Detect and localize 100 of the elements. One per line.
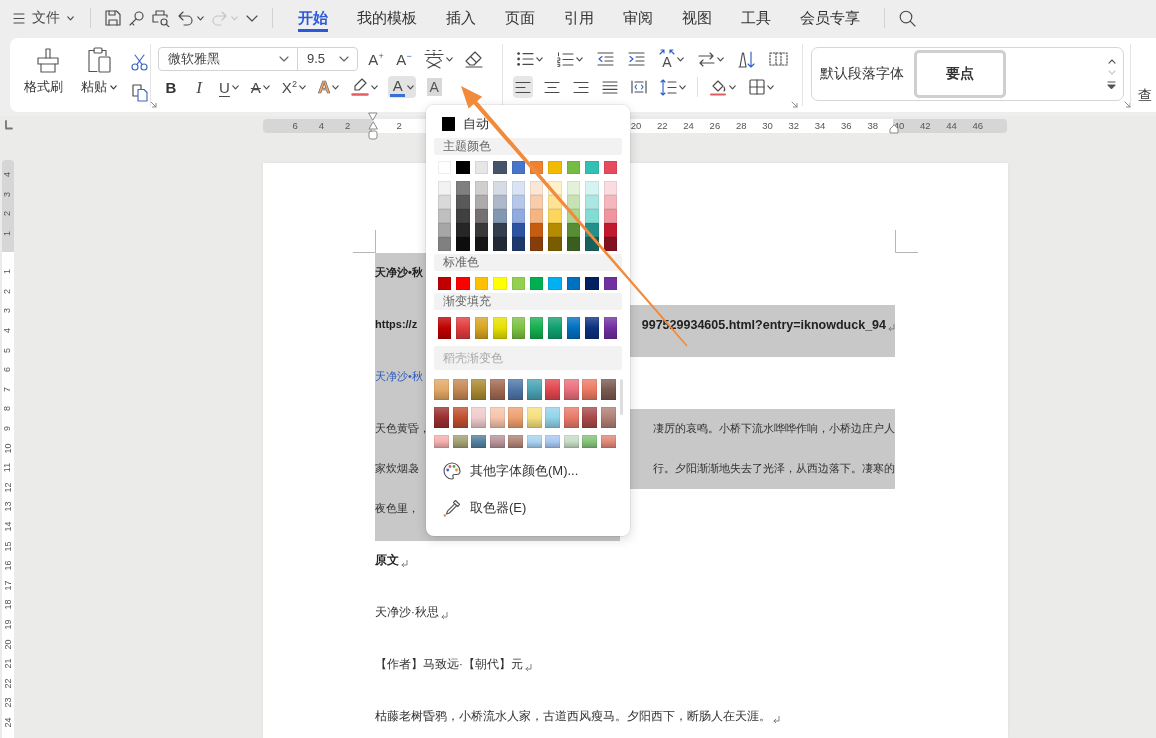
gradient-swatch-icon[interactable] [493, 317, 507, 340]
gradient-swatch-icon[interactable] [563, 435, 579, 449]
color-swatch-icon[interactable] [548, 209, 562, 223]
gradient-swatch-icon[interactable] [508, 435, 523, 449]
gradient-swatch-icon[interactable] [582, 379, 597, 401]
color-swatch-icon[interactable] [585, 209, 599, 223]
color-swatch-icon[interactable] [548, 223, 562, 237]
color-swatch-icon[interactable] [603, 223, 617, 237]
color-swatch-icon[interactable] [511, 195, 525, 209]
color-swatch-icon[interactable] [566, 181, 581, 195]
color-swatch-icon[interactable] [474, 195, 489, 209]
color-swatch-icon[interactable] [511, 209, 525, 223]
italic-button[interactable]: I [189, 76, 209, 98]
gradient-swatch-icon[interactable] [548, 317, 562, 340]
gradient-swatch-icon[interactable] [529, 317, 544, 340]
gradient-swatch-icon[interactable] [471, 435, 486, 449]
align-left-button[interactable] [513, 76, 533, 98]
gradient-swatch-icon[interactable] [471, 379, 486, 401]
color-swatch-icon[interactable] [566, 195, 581, 209]
color-swatch-icon[interactable] [511, 181, 525, 195]
ribbon-tab[interactable]: 会员专享 [785, 0, 874, 36]
borders-button[interactable] [747, 76, 776, 98]
color-swatch-icon[interactable] [474, 181, 489, 195]
gradient-swatch-icon[interactable] [511, 317, 525, 340]
gradient-swatch-icon[interactable] [474, 317, 489, 340]
color-swatch-icon[interactable] [566, 161, 581, 175]
color-swatch-icon[interactable] [603, 209, 617, 223]
gradient-swatch-icon[interactable] [452, 379, 468, 401]
color-swatch-icon[interactable] [511, 276, 525, 291]
color-swatch-icon[interactable] [493, 181, 507, 195]
color-swatch-icon[interactable] [511, 161, 525, 175]
copy-button[interactable] [129, 82, 150, 104]
color-swatch-icon[interactable] [493, 209, 507, 223]
automatic-color-option[interactable]: 自动 [434, 113, 490, 135]
color-swatch-icon[interactable] [585, 161, 599, 175]
color-swatch-icon[interactable] [529, 181, 544, 195]
color-swatch-icon[interactable] [456, 161, 470, 175]
color-swatch-icon[interactable] [474, 223, 489, 237]
text-direction-button[interactable]: A [657, 48, 686, 70]
color-swatch-icon[interactable] [456, 181, 470, 195]
gradient-swatch-icon[interactable] [526, 379, 542, 401]
color-swatch-icon[interactable] [493, 161, 507, 175]
color-swatch-icon[interactable] [438, 276, 452, 291]
shrink-font-button[interactable]: A$^{−}$ [394, 48, 414, 70]
color-swatch-icon[interactable] [529, 209, 544, 223]
color-swatch-icon[interactable] [493, 237, 507, 251]
gradient-swatch-icon[interactable] [563, 379, 579, 401]
ribbon-tab[interactable]: 我的模板 [342, 0, 431, 36]
gradient-swatch-icon[interactable] [489, 407, 505, 429]
gradient-swatch-icon[interactable] [600, 407, 616, 429]
color-swatch-icon[interactable] [493, 223, 507, 237]
gradient-swatch-icon[interactable] [456, 317, 470, 340]
gradient-swatch-icon[interactable] [545, 407, 560, 429]
color-swatch-icon[interactable] [566, 223, 581, 237]
color-swatch-icon[interactable] [548, 276, 562, 291]
gradient-swatch-icon[interactable] [566, 317, 581, 340]
ribbon-tab[interactable]: 引用 [549, 0, 608, 36]
color-swatch-icon[interactable] [566, 237, 581, 251]
color-swatch-icon[interactable] [456, 195, 470, 209]
highlight-button[interactable] [349, 76, 381, 98]
font-name-dropdown[interactable]: 微软雅黑 [158, 47, 298, 71]
ribbon-tab[interactable]: 页面 [490, 0, 549, 36]
color-swatch-icon[interactable] [438, 195, 452, 209]
color-swatch-icon[interactable] [511, 237, 525, 251]
phonetic-guide-button[interactable] [422, 48, 455, 70]
color-swatch-icon[interactable] [548, 161, 562, 175]
file-menu-button[interactable]: 文件 [9, 5, 80, 31]
gradient-swatch-icon[interactable] [582, 407, 597, 429]
color-swatch-icon[interactable] [603, 161, 617, 175]
gradient-swatch-icon[interactable] [452, 407, 468, 429]
gradient-swatch-icon[interactable] [471, 407, 486, 429]
color-swatch-icon[interactable] [585, 276, 599, 291]
gradient-swatch-icon[interactable] [563, 407, 579, 429]
ribbon-tab[interactable]: 插入 [431, 0, 490, 36]
gradient-swatch-icon[interactable] [582, 435, 597, 449]
style-option[interactable]: 要点 [914, 50, 1006, 98]
color-swatch-icon[interactable] [456, 237, 470, 251]
ribbon-tab[interactable]: 审阅 [608, 0, 667, 36]
eyedropper-option[interactable]: 取色器(E) [434, 491, 622, 526]
character-shading-button[interactable]: A [424, 76, 445, 98]
color-swatch-icon[interactable] [438, 223, 452, 237]
gradient-swatch-icon[interactable] [545, 435, 560, 449]
ribbon-tab[interactable]: 工具 [726, 0, 785, 36]
superscript-button[interactable]: X$^{2}$ [279, 76, 308, 98]
find-button[interactable]: 查 [1138, 80, 1152, 112]
gradient-swatch-icon[interactable] [508, 407, 523, 429]
color-swatch-icon[interactable] [566, 276, 581, 291]
color-swatch-icon[interactable] [438, 237, 452, 251]
gradient-swatch-icon[interactable] [438, 317, 452, 340]
gradient-swatch-icon[interactable] [434, 379, 449, 401]
ribbon-tab[interactable]: 视图 [667, 0, 726, 36]
font-size-dropdown[interactable]: 9.5 [297, 47, 358, 71]
gradient-swatch-icon[interactable] [434, 407, 449, 429]
color-swatch-icon[interactable] [474, 276, 489, 291]
gradient-swatch-icon[interactable] [452, 435, 468, 449]
color-swatch-icon[interactable] [456, 276, 470, 291]
color-swatch-icon[interactable] [603, 276, 617, 291]
gradient-swatch-icon[interactable] [526, 435, 542, 449]
color-swatch-icon[interactable] [603, 195, 617, 209]
format-painter-button[interactable]: 格式刷 [24, 47, 71, 97]
